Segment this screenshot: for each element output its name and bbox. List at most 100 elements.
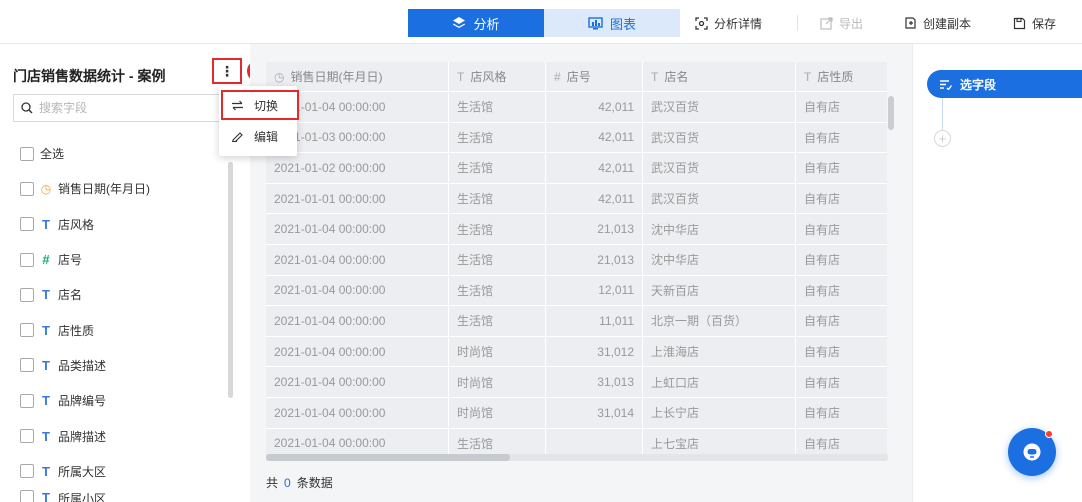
field-label: 店性质 xyxy=(58,323,95,338)
text-type-icon: T xyxy=(42,393,50,409)
table-horizontal-scrollbar[interactable] xyxy=(266,454,888,461)
table-cell: 沈中华店 xyxy=(643,244,796,275)
table-cell: 武汉百货 xyxy=(643,153,796,183)
layers-icon xyxy=(453,17,466,28)
table-cell: 11,011 xyxy=(546,306,643,336)
table-row: 2021-01-04 00:00:00 生活馆 12,011 天新百店 自有店 xyxy=(266,275,887,307)
switch-menu-item[interactable]: 切换 xyxy=(221,90,299,120)
more-options-button[interactable]: ⋮ xyxy=(212,58,242,84)
checkbox[interactable] xyxy=(20,358,34,373)
table-cell: 自有店 xyxy=(804,130,841,145)
scrollbar-thumb[interactable] xyxy=(266,454,510,461)
table-cell: 42,011 xyxy=(546,183,643,214)
column-header-label: 销售日期(年月日) xyxy=(290,70,383,84)
analysis-details-label: 分析详情 xyxy=(714,17,763,31)
checkbox[interactable] xyxy=(20,489,34,502)
checkbox[interactable] xyxy=(20,217,34,232)
select-fields-step[interactable]: 选字段 xyxy=(927,70,1082,98)
table-cell: 42,011 xyxy=(546,122,643,153)
checkbox[interactable] xyxy=(20,252,34,267)
number-type-icon: # xyxy=(554,69,561,84)
table-header-row: ◷ 销售日期(年月日) T 店风格 # 店号 T 店名 T 店性质 xyxy=(266,62,887,92)
save-button[interactable]: 保存 xyxy=(1013,15,1056,32)
text-type-icon: T xyxy=(42,463,50,479)
table-cell: 2021-01-04 00:00:00 xyxy=(266,397,449,428)
table-cell: 上长宁店 xyxy=(643,397,796,428)
column-header-label: 店风格 xyxy=(470,70,507,84)
chart-tab[interactable]: 图表 xyxy=(544,9,680,37)
field-item[interactable]: T 所属小区 xyxy=(20,489,225,502)
checkbox[interactable] xyxy=(20,464,34,479)
table-cell: 生活馆 xyxy=(449,306,546,336)
analysis-details-button[interactable]: 分析详情 xyxy=(695,15,762,32)
field-item[interactable]: T 店名 xyxy=(20,277,225,312)
data-table: ◷ 销售日期(年月日) T 店风格 # 店号 T 店名 T 店性质 2021-01-04 … xyxy=(266,62,887,455)
export-button[interactable]: 导出 xyxy=(820,15,863,32)
table-row: 2021-01-03 00:00:00 生活馆 42,011 武汉百货 自有店 xyxy=(266,122,887,154)
table-cell: 沈中华店 xyxy=(643,214,796,244)
column-header[interactable]: T 店性质 xyxy=(796,62,887,91)
field-item[interactable]: T 所属大区 xyxy=(20,454,225,489)
table-cell: 生活馆 xyxy=(449,214,546,244)
field-item[interactable]: T 店性质 xyxy=(20,312,225,347)
table-row: 2021-01-04 00:00:00 生活馆 42,011 武汉百货 自有店 xyxy=(266,92,887,123)
column-header-label: 店性质 xyxy=(817,70,854,84)
column-header-label: 店号 xyxy=(566,70,591,84)
add-step-button[interactable]: + xyxy=(934,130,951,147)
table-row: 2021-01-04 00:00:00 时尚馆 31,012 上淮海店 自有店 xyxy=(266,336,887,368)
column-header[interactable]: T 店名 xyxy=(643,62,796,91)
field-item[interactable]: T 品牌编号 xyxy=(20,383,225,418)
field-list-scrollbar[interactable] xyxy=(228,162,233,398)
table-cell: 武汉百货 xyxy=(643,183,796,214)
table-cell: 31,012 xyxy=(546,336,643,367)
table-cell: 2021-01-02 00:00:00 xyxy=(266,153,449,183)
select-all-item[interactable]: 全选 xyxy=(20,136,225,171)
field-label: 店名 xyxy=(58,288,83,303)
table-cell: 生活馆 xyxy=(449,275,546,306)
analysis-tab[interactable]: 分析 xyxy=(408,9,544,37)
table-cell: 12,011 xyxy=(546,275,643,306)
scan-icon xyxy=(695,17,708,30)
edit-menu-item[interactable]: 编辑 xyxy=(219,120,297,152)
row-count-prefix: 共 xyxy=(266,476,279,490)
checkbox[interactable] xyxy=(20,393,34,408)
table-cell: 自有店 xyxy=(804,345,841,360)
checkbox[interactable] xyxy=(20,146,34,161)
field-item[interactable]: ◷ 销售日期(年月日) xyxy=(20,171,225,206)
field-item[interactable]: T 品类描述 xyxy=(20,348,225,383)
checkbox[interactable] xyxy=(20,287,34,302)
field-item[interactable]: T 店风格 xyxy=(20,207,225,242)
field-label: 所属大区 xyxy=(58,464,107,479)
row-count-suffix: 条数据 xyxy=(296,476,333,490)
field-label: 品牌描述 xyxy=(58,429,107,444)
date-type-icon: ◷ xyxy=(274,69,285,84)
steps-panel: 选字段 + xyxy=(912,44,1082,502)
table-cell: 42,011 xyxy=(546,153,643,183)
field-item[interactable]: T 品牌描述 xyxy=(20,418,225,453)
table-cell: 自有店 xyxy=(804,375,841,390)
column-header[interactable]: T 店风格 xyxy=(449,62,546,91)
table-row: 2021-01-04 00:00:00 生活馆 上七宝店 自有店 xyxy=(266,428,887,455)
table-cell: 2021-01-04 00:00:00 xyxy=(266,367,449,397)
column-header[interactable]: # 店号 xyxy=(546,62,643,91)
checkbox[interactable] xyxy=(20,181,34,196)
top-toolbar: 分析 图表 分析详情 导出 创建副本 保存 xyxy=(0,0,1082,44)
search-input[interactable] xyxy=(39,101,219,115)
create-copy-button[interactable]: 创建副本 xyxy=(904,15,971,32)
table-cell: 生活馆 xyxy=(449,428,546,455)
table-vertical-scrollbar[interactable] xyxy=(888,96,894,130)
field-item[interactable]: # 店号 xyxy=(20,242,225,277)
text-type-icon: T xyxy=(42,489,50,502)
table-cell: 武汉百货 xyxy=(643,122,796,153)
table-cell: 自有店 xyxy=(804,222,841,237)
text-type-icon: T xyxy=(42,428,50,444)
table-cell: 自有店 xyxy=(804,436,841,451)
table-cell: 自有店 xyxy=(804,253,841,268)
checkbox[interactable] xyxy=(20,323,34,338)
search-box[interactable] xyxy=(13,94,230,122)
table-cell: 生活馆 xyxy=(449,244,546,275)
text-type-icon: T xyxy=(42,357,50,373)
select-fields-icon xyxy=(940,79,952,90)
table-cell: 2021-01-04 00:00:00 xyxy=(266,275,449,306)
checkbox[interactable] xyxy=(20,429,34,444)
